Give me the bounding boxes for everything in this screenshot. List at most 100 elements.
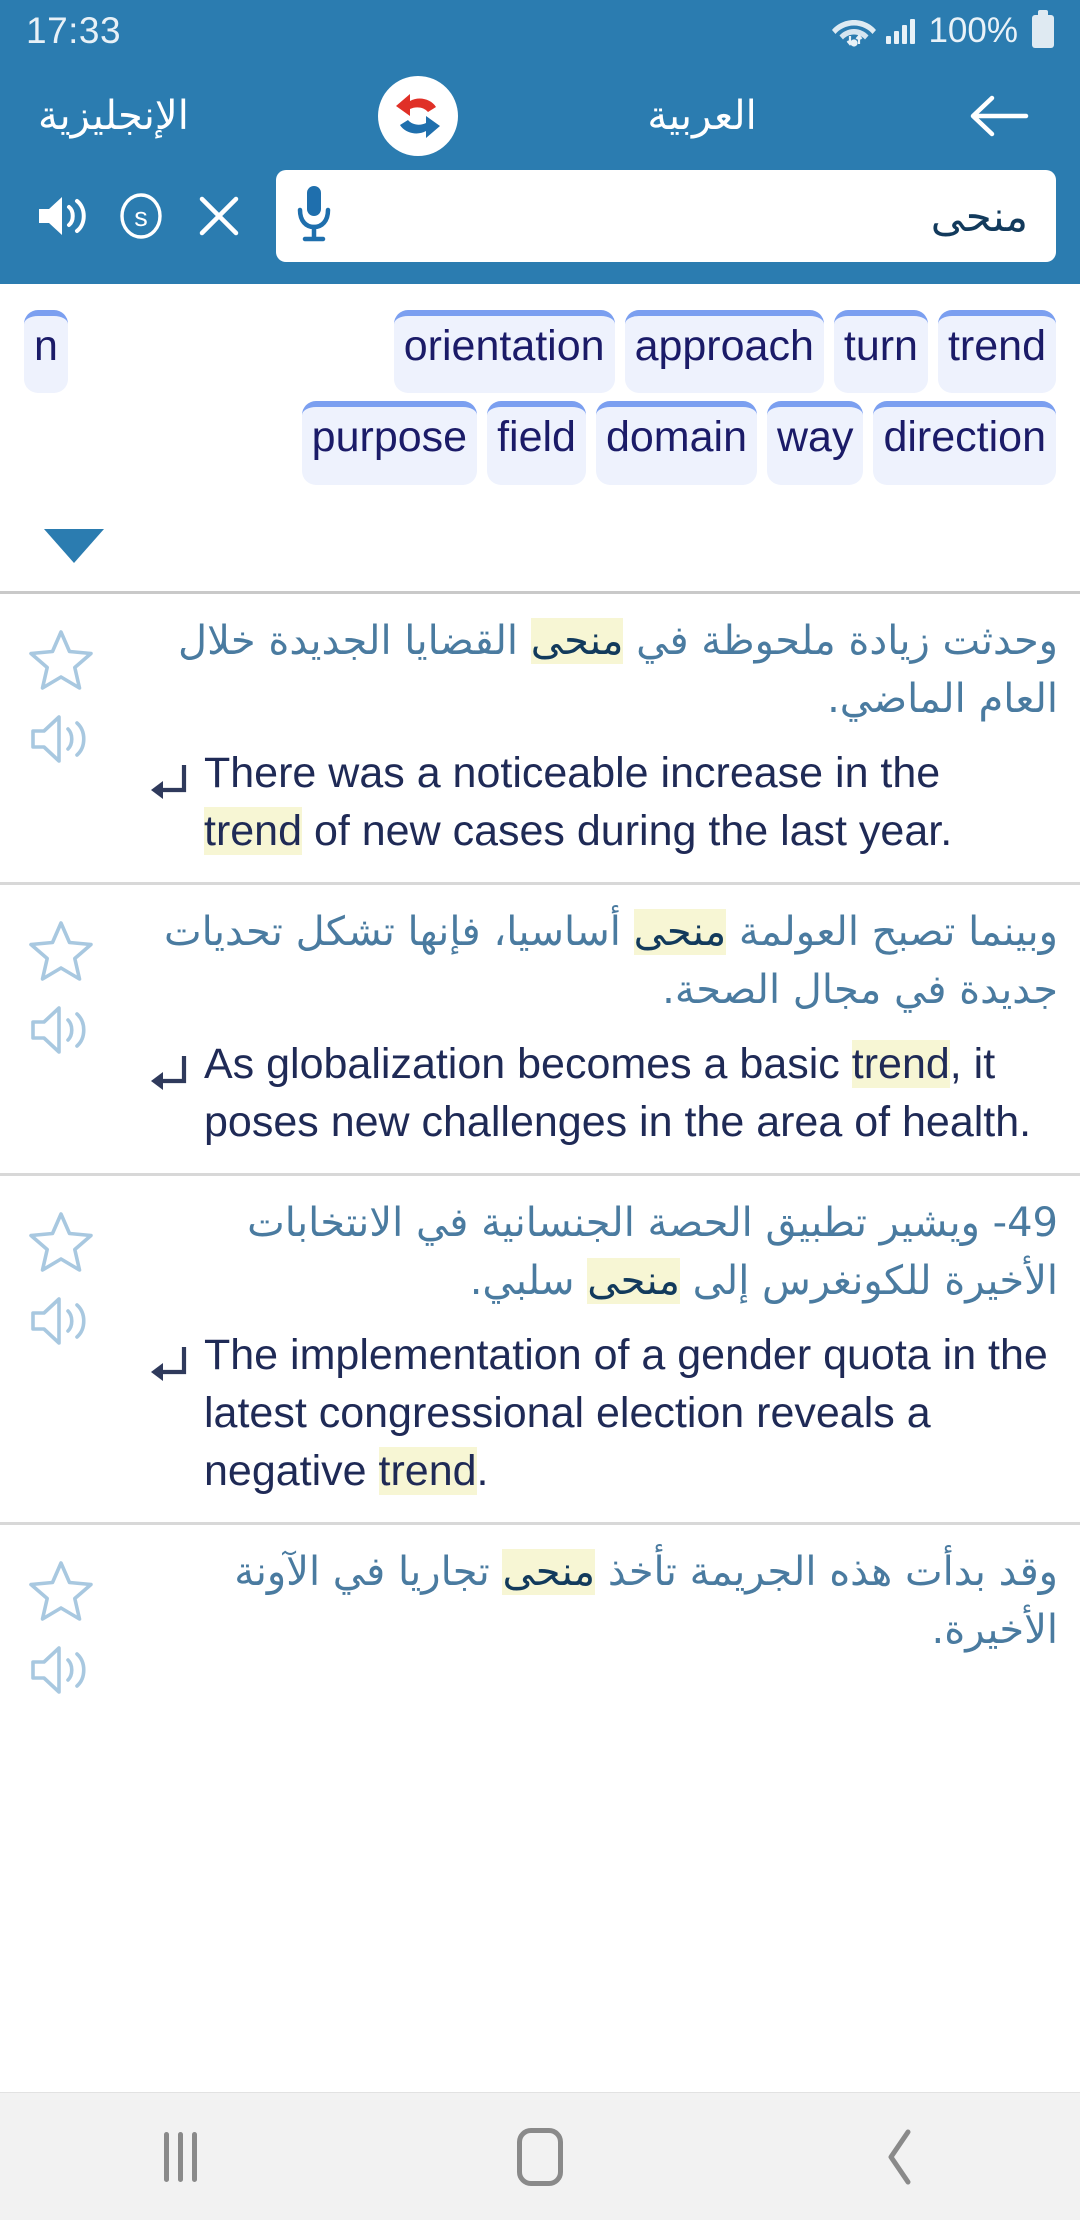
star-outline-icon[interactable] — [28, 919, 94, 983]
star-outline-icon[interactable] — [28, 628, 94, 692]
example-row[interactable]: وبينما تصبح العولمة منحى أساسيا، فإنها ت… — [0, 884, 1080, 1174]
english-pre: The implementation of a gender quota in … — [204, 1331, 1048, 1496]
arabic-pre: وقد بدأت هذه الجريمة تأخذ — [595, 1549, 1058, 1596]
example-content: وقد بدأت هذه الجريمة تأخذ منحى تجاريا في… — [122, 1543, 1080, 1699]
chip-translation[interactable]: field — [487, 401, 586, 485]
example-content: 49- ويشير تطبيق الحصة الجنسانية في الانت… — [122, 1194, 1080, 1500]
swap-languages-button[interactable] — [378, 76, 459, 156]
status-bar: 17:33 100% — [0, 0, 1080, 62]
source-language-button[interactable]: العربية — [647, 93, 756, 139]
phone-screen: 17:33 100% العربية الإنجليزية منحى s tre… — [0, 0, 1080, 2220]
english-post: . — [476, 1447, 489, 1496]
chip-translation[interactable]: way — [767, 401, 864, 485]
example-english: There was a noticeable increase in the t… — [204, 744, 1058, 860]
example-content: وحدثت زيادة ملحوظة في منحى القضايا الجدي… — [122, 612, 1080, 860]
chip-translation[interactable]: domain — [595, 401, 757, 485]
swap-languages-logo — [396, 94, 441, 138]
example-row[interactable]: وحدثت زيادة ملحوظة في منحى القضايا الجدي… — [0, 593, 1080, 882]
status-indicators: 100% — [831, 9, 1054, 51]
example-actions — [0, 612, 122, 860]
home-button[interactable] — [450, 2107, 630, 2207]
translations-row-2: direction way domain field purpose — [24, 401, 1056, 485]
search-input[interactable]: منحى — [334, 192, 1028, 241]
star-outline-icon[interactable] — [28, 1210, 94, 1274]
chip-translation[interactable]: trend — [937, 310, 1056, 394]
return-arrow-icon — [151, 1347, 187, 1382]
english-highlight: trend — [204, 806, 303, 855]
chip-translation[interactable]: direction — [873, 401, 1056, 485]
chip-translation[interactable]: purpose — [301, 401, 478, 485]
chip-translation[interactable]: turn — [833, 310, 928, 394]
english-highlight: trend — [851, 1039, 950, 1088]
english-pre: As globalization becomes a basic — [204, 1039, 852, 1088]
return-arrow-icon — [151, 1055, 187, 1090]
microphone-button[interactable] — [294, 183, 334, 250]
recents-button[interactable] — [90, 2107, 270, 2207]
speaker-icon — [39, 197, 86, 235]
system-back-button[interactable] — [810, 2107, 990, 2207]
status-clock: 17:33 — [26, 10, 122, 51]
arabic-post: سلبي. — [469, 1258, 588, 1305]
example-actions — [0, 1543, 122, 1699]
chip-translation[interactable]: approach — [624, 310, 824, 394]
example-arabic: وحدثت زيادة ملحوظة في منحى القضايا الجدي… — [130, 612, 1058, 728]
svg-text:s: s — [134, 202, 148, 232]
content-area: trend turn approach orientation n direct… — [0, 284, 1080, 2220]
battery-icon — [1032, 9, 1054, 48]
arabic-highlight: منحى — [587, 1258, 680, 1305]
back-button[interactable] — [956, 92, 1042, 140]
back-arrow-icon — [970, 95, 1029, 137]
speaker-outline-icon[interactable] — [28, 1292, 94, 1350]
arabic-highlight: منحى — [530, 617, 624, 664]
search-field[interactable]: منحى — [276, 170, 1056, 262]
chip-translation[interactable]: orientation — [393, 310, 615, 394]
home-icon — [517, 2127, 563, 2186]
arabic-highlight: منحى — [502, 1549, 596, 1596]
chevron-down-icon — [44, 528, 104, 563]
translate-direction-button[interactable] — [130, 1035, 204, 1097]
arabic-pre: وبينما تصبح العولمة — [726, 908, 1058, 955]
arabic-pre: وحدثت زيادة ملحوظة في — [623, 617, 1058, 664]
wifi-icon — [832, 20, 877, 47]
app-bar: العربية الإنجليزية منحى s — [0, 62, 1080, 284]
recents-icon — [163, 2131, 197, 2182]
example-row[interactable]: 49- ويشير تطبيق الحصة الجنسانية في الانت… — [0, 1176, 1080, 1523]
return-arrow-icon — [151, 764, 187, 799]
english-highlight: trend — [378, 1447, 477, 1496]
s-circle-icon: s — [120, 193, 162, 239]
language-selector-row: العربية الإنجليزية — [0, 62, 1080, 170]
example-arabic: وبينما تصبح العولمة منحى أساسيا، فإنها ت… — [130, 903, 1058, 1019]
example-arabic: 49- ويشير تطبيق الحصة الجنسانية في الانت… — [130, 1194, 1058, 1310]
pronounce-button[interactable] — [24, 191, 102, 241]
speaker-outline-icon[interactable] — [28, 1001, 94, 1059]
search-row: منحى s — [0, 170, 1080, 284]
system-nav-bar — [0, 2092, 1080, 2220]
signal-icon — [886, 18, 916, 44]
english-post: of new cases during the last year. — [302, 806, 953, 855]
clear-search-button[interactable] — [180, 193, 258, 239]
speaker-outline-icon[interactable] — [28, 1641, 94, 1699]
example-arabic: وقد بدأت هذه الجريمة تأخذ منحى تجاريا في… — [130, 1543, 1058, 1659]
example-content: وبينما تصبح العولمة منحى أساسيا، فإنها ت… — [122, 903, 1080, 1151]
translations-panel: trend turn approach orientation n direct… — [0, 284, 1080, 485]
example-actions — [0, 903, 122, 1151]
expand-translations-button[interactable] — [0, 493, 1080, 591]
target-language-button[interactable]: الإنجليزية — [38, 93, 189, 139]
microphone-icon — [297, 185, 331, 241]
example-english-wrap: There was a noticeable increase in the t… — [130, 744, 1058, 860]
example-english: As globalization becomes a basic trend, … — [204, 1035, 1058, 1151]
speaker-outline-icon[interactable] — [28, 710, 94, 768]
example-english-wrap: The implementation of a gender quota in … — [130, 1326, 1058, 1500]
example-row[interactable]: وقد بدأت هذه الجريمة تأخذ منحى تجاريا في… — [0, 1525, 1080, 1722]
back-chevron-icon — [888, 2129, 911, 2184]
arabic-highlight: منحى — [633, 908, 727, 955]
synonyms-button[interactable]: s — [102, 191, 180, 241]
example-english: The implementation of a gender quota in … — [204, 1326, 1058, 1500]
translate-direction-button[interactable] — [130, 1326, 204, 1388]
english-pre: There was a noticeable increase in the — [204, 748, 941, 797]
star-outline-icon[interactable] — [28, 1559, 94, 1623]
part-of-speech-chip[interactable]: n — [24, 310, 68, 394]
battery-percent-label: 100% — [928, 11, 1018, 50]
translate-direction-button[interactable] — [130, 744, 204, 806]
example-english-wrap: As globalization becomes a basic trend, … — [130, 1035, 1058, 1151]
